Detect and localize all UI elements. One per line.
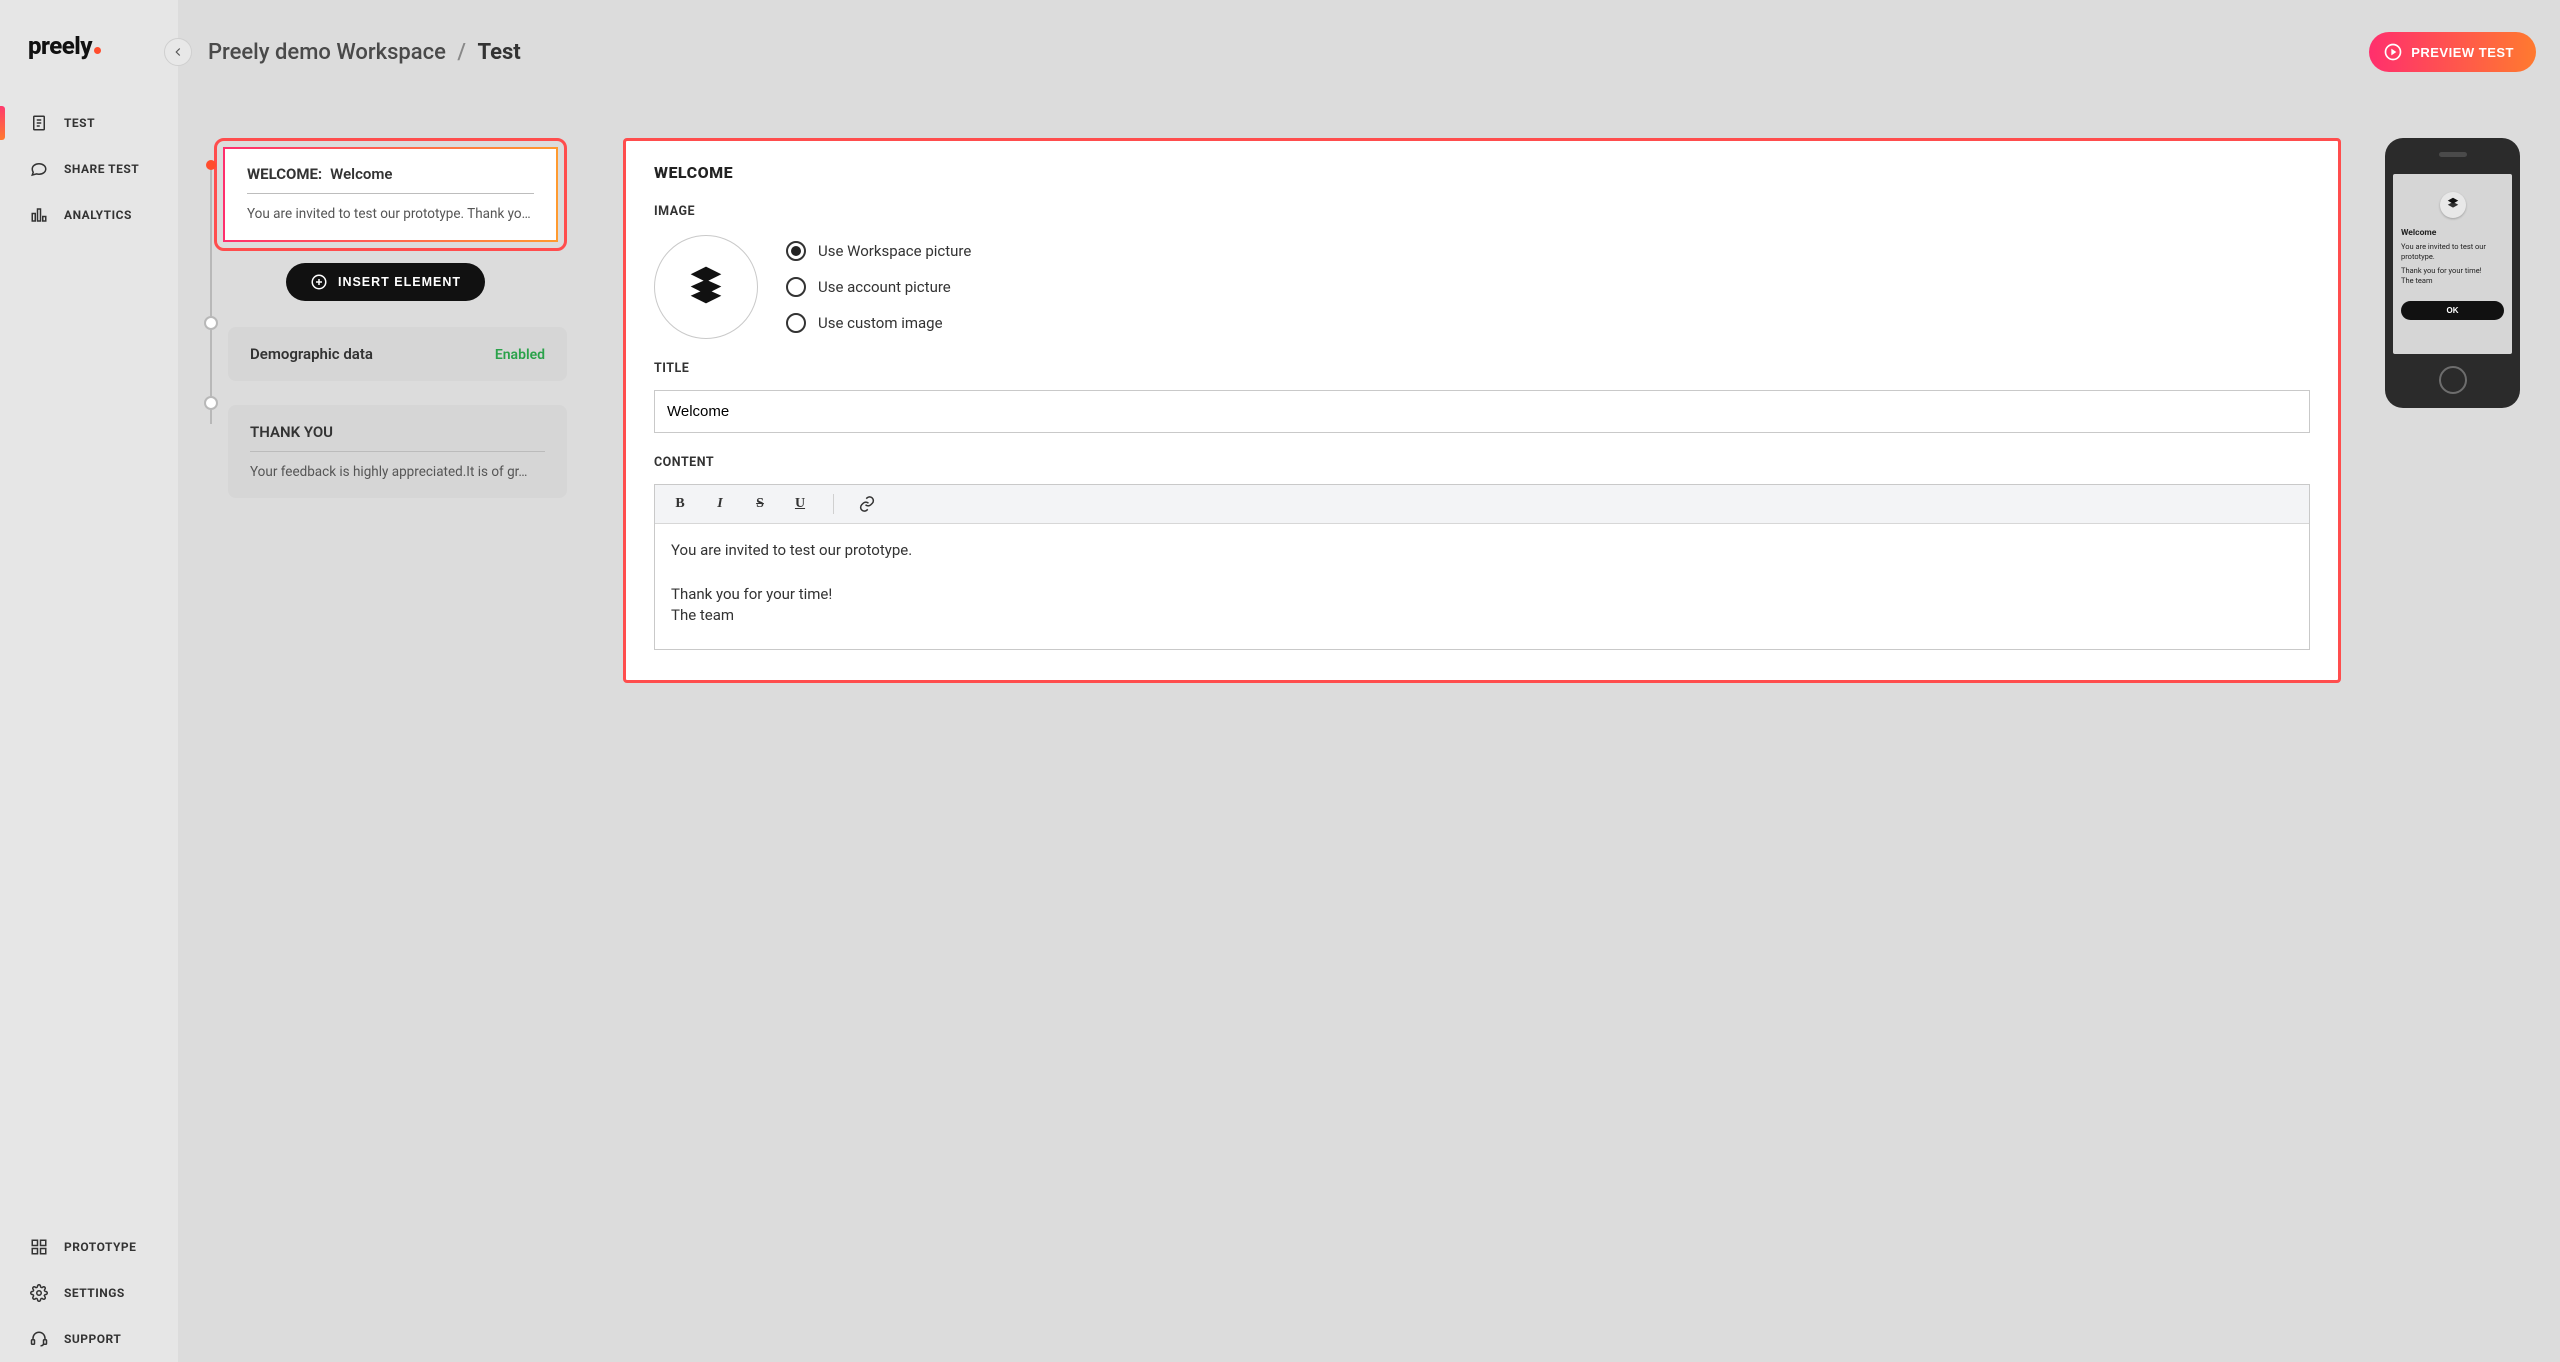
phone-text-2: Thank you for your time! The team xyxy=(2401,266,2482,286)
breadcrumb: Preely demo Workspace / Test xyxy=(208,40,521,65)
phone-screen: Welcome You are invited to test our prot… xyxy=(2393,174,2512,354)
image-options: Use Workspace picture Use account pictur… xyxy=(786,241,971,333)
underline-button[interactable]: U xyxy=(789,493,811,515)
radio-label: Use Workspace picture xyxy=(818,242,971,260)
radio-use-workspace-picture[interactable]: Use Workspace picture xyxy=(786,241,971,261)
brand-dot-icon xyxy=(94,47,101,54)
step-demographic-status: Enabled xyxy=(495,347,545,363)
step-welcome-title: Welcome xyxy=(330,165,392,183)
toolbar-separator xyxy=(833,494,834,514)
nav-top-group: TEST SHARE TEST ANALYTICS xyxy=(0,100,178,238)
nav-item-analytics[interactable]: ANALYTICS xyxy=(0,192,178,238)
nav-label: SUPPORT xyxy=(64,1332,121,1346)
insert-element-label: INSERT ELEMENT xyxy=(338,275,461,289)
breadcrumb-workspace[interactable]: Preely demo Workspace xyxy=(208,40,446,65)
topbar: Preely demo Workspace / Test PREVIEW TES… xyxy=(178,0,2560,104)
step-welcome-label: WELCOME: xyxy=(247,165,322,183)
radio-icon xyxy=(786,277,806,297)
grid-icon xyxy=(30,1238,48,1256)
detail-panel: WELCOME IMAGE Use Workspace picture xyxy=(623,138,2341,683)
content-editor: B I S U You are invited to test our prot… xyxy=(654,484,2310,650)
doc-icon xyxy=(30,114,48,132)
phone-logo xyxy=(2440,192,2466,218)
radio-icon xyxy=(786,241,806,261)
gear-icon xyxy=(30,1284,48,1302)
nav-label: PROTOTYPE xyxy=(64,1240,136,1254)
breadcrumb-current: Test xyxy=(477,40,520,65)
italic-button[interactable]: I xyxy=(709,493,731,515)
nav-label: ANALYTICS xyxy=(64,208,132,222)
timeline-dot xyxy=(204,316,218,330)
bold-button[interactable]: B xyxy=(669,493,691,515)
step-welcome-desc: You are invited to test our prototype. T… xyxy=(247,194,534,222)
timeline-line xyxy=(210,164,212,424)
nav-bottom-group: PROTOTYPE SETTINGS SUPPORT xyxy=(0,1224,178,1362)
nav-label: TEST xyxy=(64,116,95,130)
headset-icon xyxy=(30,1330,48,1348)
chat-icon xyxy=(30,160,48,178)
steps-column: WELCOME: Welcome You are invited to test… xyxy=(178,104,593,1362)
image-field-label: IMAGE xyxy=(654,204,2310,219)
detail-column: WELCOME IMAGE Use Workspace picture xyxy=(593,104,2560,1362)
preview-test-button[interactable]: PREVIEW TEST xyxy=(2369,32,2536,72)
content-textarea[interactable]: You are invited to test our prototype. T… xyxy=(655,524,2309,649)
image-preview-circle xyxy=(654,235,758,339)
radio-use-custom-image[interactable]: Use custom image xyxy=(786,313,971,333)
strike-button[interactable]: S xyxy=(749,493,771,515)
step-thankyou-label: THANK YOU xyxy=(250,423,333,441)
radio-use-account-picture[interactable]: Use account picture xyxy=(786,277,971,297)
nav-item-prototype[interactable]: PROTOTYPE xyxy=(0,1224,178,1270)
nav-item-test[interactable]: TEST xyxy=(0,100,178,146)
editor-toolbar: B I S U xyxy=(655,485,2309,524)
step-welcome-card[interactable]: WELCOME: Welcome You are invited to test… xyxy=(223,147,558,242)
breadcrumb-sep: / xyxy=(451,40,472,65)
content-field-label: CONTENT xyxy=(654,455,2310,470)
phone-title: Welcome xyxy=(2401,228,2436,238)
nav-item-settings[interactable]: SETTINGS xyxy=(0,1270,178,1316)
detail-heading: WELCOME xyxy=(654,163,2310,182)
step-demographic-title: Demographic data xyxy=(250,345,373,363)
nav-item-support[interactable]: SUPPORT xyxy=(0,1316,178,1362)
brand-logo: preely xyxy=(0,24,178,100)
title-field-label: TITLE xyxy=(654,361,2310,376)
nav-item-share-test[interactable]: SHARE TEST xyxy=(0,146,178,192)
back-button[interactable] xyxy=(164,38,192,66)
analytics-icon xyxy=(30,206,48,224)
radio-label: Use custom image xyxy=(818,314,943,332)
nav-label: SHARE TEST xyxy=(64,162,139,176)
phone-preview: Welcome You are invited to test our prot… xyxy=(2385,138,2520,408)
preview-test-label: PREVIEW TEST xyxy=(2411,45,2514,60)
title-input[interactable] xyxy=(654,390,2310,433)
step-demographic-card[interactable]: Demographic data Enabled xyxy=(228,327,567,381)
phone-ok-button[interactable]: OK xyxy=(2401,301,2504,320)
phone-home-button xyxy=(2439,366,2467,394)
timeline-dot-active xyxy=(206,160,216,170)
layers-icon xyxy=(683,262,729,312)
step-thankyou-card[interactable]: THANK YOU Your feedback is highly apprec… xyxy=(228,405,567,498)
timeline-dot xyxy=(204,396,218,410)
phone-text-1: You are invited to test our prototype. xyxy=(2401,242,2504,262)
step-thankyou-desc: Your feedback is highly appreciated.It i… xyxy=(250,452,545,480)
link-button[interactable] xyxy=(856,493,878,515)
insert-element-button[interactable]: INSERT ELEMENT xyxy=(286,263,485,301)
step-welcome-highlight: WELCOME: Welcome You are invited to test… xyxy=(214,138,567,251)
brand-text: preely xyxy=(28,32,92,60)
radio-label: Use account picture xyxy=(818,278,951,296)
nav-label: SETTINGS xyxy=(64,1286,125,1300)
main-area: Preely demo Workspace / Test PREVIEW TES… xyxy=(178,0,2560,1362)
radio-icon xyxy=(786,313,806,333)
sidebar: preely TEST SHARE TEST ANALYTICS xyxy=(0,0,178,1362)
layers-icon xyxy=(2446,196,2460,214)
